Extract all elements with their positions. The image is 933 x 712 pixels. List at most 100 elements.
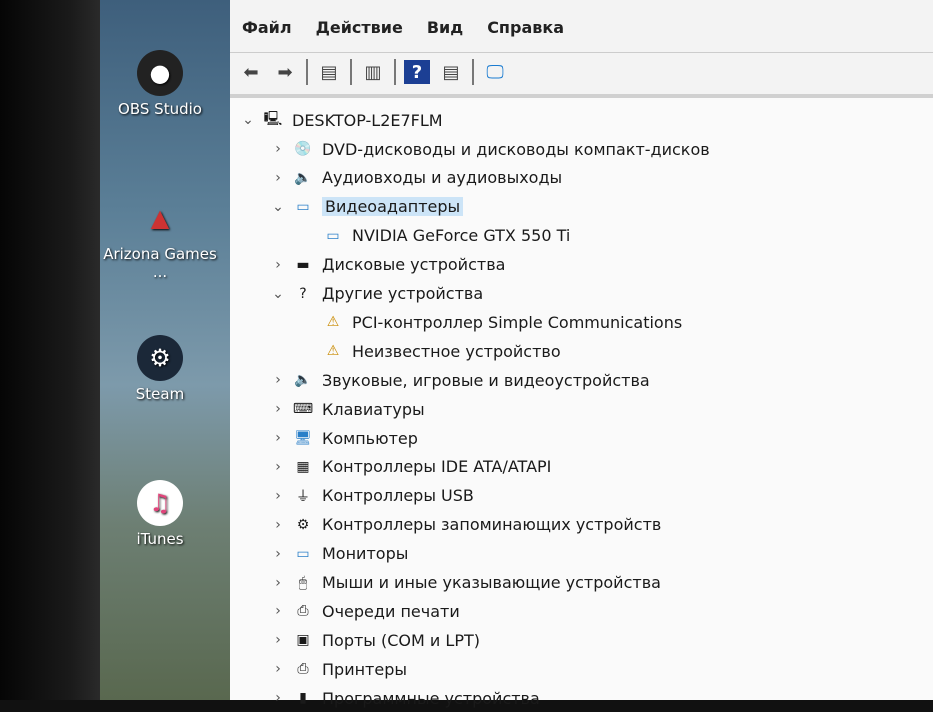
tree-item-label: PCI-контроллер Simple Communications [352, 312, 683, 332]
menu-action[interactable]: Действие [316, 18, 403, 37]
tree-item[interactable]: › ▬ Дисковые устройства [268, 251, 505, 279]
chevron-right-icon[interactable]: › [268, 459, 288, 475]
tree-item-label: Аудиовходы и аудиовыходы [322, 168, 563, 188]
tree-item-label: Неизвестное устройство [352, 341, 561, 361]
toolbar-separator [306, 59, 308, 85]
chevron-down-icon[interactable]: ⌄ [268, 286, 288, 302]
port-icon: ▣ [296, 632, 310, 649]
printer-icon: ⎙ [297, 661, 309, 678]
usb-icon: ⏚ [296, 488, 310, 505]
chevron-right-icon[interactable]: › [268, 430, 288, 446]
tree-item[interactable]: › ▦ Контроллеры IDE ATA/ATAPI [268, 453, 551, 481]
tree-item[interactable]: ⚠ Неизвестное устройство [298, 337, 561, 365]
chevron-down-icon[interactable]: ⌄ [238, 112, 258, 128]
tree-item-label: Контроллеры IDE ATA/ATAPI [322, 457, 552, 477]
tree-item-label: Принтеры [322, 659, 407, 679]
chevron-right-icon[interactable]: › [268, 575, 288, 591]
tree-item-label: Контроллеры запоминающих устройств [322, 515, 662, 535]
tree-item-label: Мониторы [322, 544, 409, 564]
speaker-icon: 🔈 [294, 169, 312, 186]
tree-item[interactable]: › ▮ Программные устройства [268, 684, 540, 712]
computer-icon: 🖥 [294, 430, 312, 446]
desktop-icon-label: OBS Studio [118, 100, 202, 118]
scan-hardware-icon[interactable]: 🖵 [482, 60, 508, 84]
tree-item[interactable]: ⌄ ▭ Видеоадаптеры [268, 193, 464, 221]
tree-item[interactable]: ⌄? Другие устройства [268, 280, 483, 308]
tree-item[interactable]: › ⎙ Очереди печати [268, 597, 460, 625]
chevron-right-icon[interactable]: › [268, 690, 288, 706]
storage-controller-icon: ⚙ [296, 516, 310, 533]
forward-icon[interactable]: ➡ [272, 60, 298, 84]
tree-item[interactable]: › ⚙ Контроллеры запоминающих устройств [268, 511, 661, 539]
chevron-right-icon[interactable]: › [268, 372, 288, 388]
chevron-down-icon[interactable]: ⌄ [268, 199, 288, 215]
tree-item-label: Мыши и иные указывающие устройства [322, 573, 661, 592]
tree-item[interactable]: › 🖥 Компьютер [268, 424, 418, 452]
desktop: ● OBS Studio ▲ Arizona Games ... ⚙ Steam ♫ i… [100, 0, 230, 700]
desktop-icon-obs[interactable]: ● OBS Studio [100, 50, 220, 118]
update-driver-icon[interactable]: ▤ [438, 60, 464, 84]
tree-item[interactable]: › 💿 DVD-дисководы и дисководы компакт-диск… [268, 135, 710, 163]
chevron-right-icon[interactable]: › [268, 257, 288, 273]
mouse-icon: 🖱 [298, 574, 308, 591]
properties-icon[interactable]: ▤ [316, 60, 342, 84]
tree-item[interactable]: › ▣ Порты (COM и LPT) [268, 626, 480, 654]
tree-root-label: DESKTOP-L2E7FLM [292, 110, 443, 130]
chevron-right-icon[interactable]: › [268, 517, 288, 533]
menu-view[interactable]: Вид [427, 18, 463, 37]
desktop-icon-steam[interactable]: ⚙ Steam [100, 335, 220, 403]
keyboard-icon: ⌨ [292, 401, 314, 418]
device-tree: ⌄ 🖳 DESKTOP-L2E7FLM › 💿 DVD-дисководы и ди… [230, 94, 933, 708]
tree-item-label: NVIDIA GeForce GTX 550 Ti [352, 226, 571, 246]
tree-item-label: Порты (COM и LPT) [322, 630, 480, 650]
help-icon[interactable]: ? [404, 60, 430, 84]
chevron-right-icon[interactable]: › [268, 488, 288, 504]
itunes-icon: ♫ [137, 480, 183, 526]
monitor-icon: ▭ [296, 545, 310, 562]
tree-item[interactable]: › 🔈 Звуковые, игровые и видеоустройства [268, 366, 650, 394]
steam-icon: ⚙ [137, 335, 183, 381]
unknown-device-icon: ? [299, 285, 307, 302]
obs-icon: ● [137, 50, 183, 96]
warning-device-icon: ⚠ [326, 343, 340, 360]
dvd-icon: 💿 [294, 141, 312, 157]
back-icon[interactable]: ⬅ [238, 60, 264, 84]
disk-icon: ▬ [296, 256, 310, 273]
tree-item-label: Другие устройства [322, 284, 484, 303]
print-queue-icon: ⎙ [297, 603, 309, 620]
chevron-right-icon[interactable]: › [268, 141, 288, 157]
show-hide-icon[interactable]: ▥ [360, 60, 386, 84]
warning-device-icon: ⚠ [326, 314, 340, 331]
arizona-icon: ▲ [150, 204, 170, 232]
chevron-right-icon[interactable]: › [268, 401, 288, 417]
menu-help[interactable]: Справка [487, 18, 564, 37]
tree-item-label: Контроллеры USB [322, 486, 474, 506]
desktop-icon-label: Steam [135, 385, 185, 403]
chevron-right-icon[interactable]: › [268, 661, 288, 677]
chevron-right-icon[interactable]: › [268, 603, 288, 619]
menu-file[interactable]: Файл [242, 18, 292, 37]
desktop-icon-itunes[interactable]: ♫ iTunes [100, 480, 220, 548]
tree-item[interactable]: › ⏚ Контроллеры USB [268, 482, 474, 510]
tree-item[interactable]: › 🖱 Мыши и иные указывающие устройства [268, 569, 661, 597]
desktop-icon-arizona[interactable]: ▲ Arizona Games ... [100, 195, 220, 281]
chevron-right-icon[interactable]: › [268, 170, 288, 186]
toolbar-separator [350, 59, 352, 85]
tree-item-label: Программные устройства [322, 688, 540, 708]
toolbar: ⬅ ➡ ▤ ▥ ? ▤ 🖵 [230, 52, 933, 91]
tree-item[interactable]: ▭ NVIDIA GeForce GTX 550 Ti [298, 222, 570, 250]
display-adapter-icon: ▭ [326, 227, 340, 244]
chevron-right-icon[interactable]: › [268, 546, 288, 562]
tree-item-label: DVD-дисководы и дисководы компакт-дисков [322, 139, 710, 159]
toolbar-separator [472, 59, 474, 85]
tree-item-label: Дисковые устройства [322, 255, 506, 275]
chevron-right-icon[interactable]: › [268, 632, 288, 648]
tree-item[interactable]: › ⎙ Принтеры [268, 655, 407, 683]
tree-item[interactable]: › ▭ Мониторы [268, 540, 408, 568]
ide-controller-icon: ▦ [296, 458, 310, 475]
display-adapter-icon: ▭ [296, 198, 310, 215]
tree-item[interactable]: ⚠ PCI-контроллер Simple Communications [298, 308, 682, 336]
tree-item[interactable]: › ⌨ Клавиатуры [268, 395, 424, 423]
tree-root[interactable]: ⌄ 🖳 DESKTOP-L2E7FLM [238, 106, 443, 134]
tree-item[interactable]: › 🔈 Аудиовходы и аудиовыходы [268, 164, 562, 192]
